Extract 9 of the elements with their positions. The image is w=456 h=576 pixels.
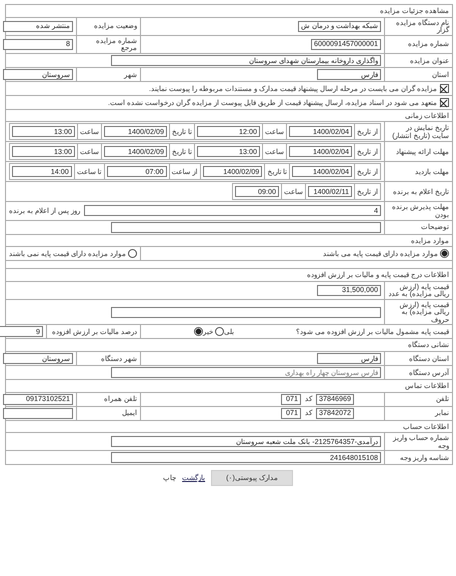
input-field[interactable]: [111, 306, 381, 318]
radio-button[interactable]: [215, 327, 224, 336]
input-field[interactable]: [111, 222, 381, 232]
input-field[interactable]: [3, 408, 73, 419]
radio-button[interactable]: [440, 249, 449, 258]
checkbox[interactable]: [440, 98, 449, 107]
radio-button[interactable]: [128, 249, 137, 258]
checkbox[interactable]: [440, 84, 449, 93]
radio-button[interactable]: [194, 327, 203, 336]
